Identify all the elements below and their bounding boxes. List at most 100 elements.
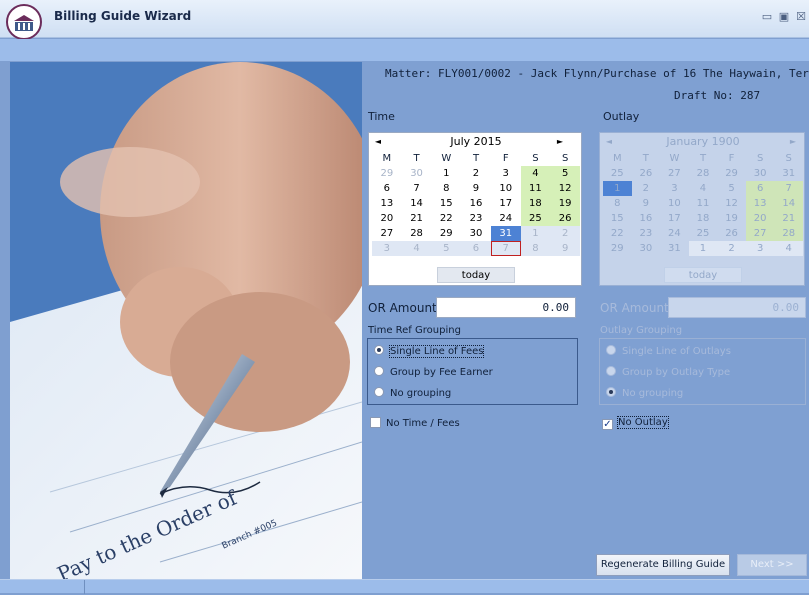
app-logo-icon [6,4,42,40]
calendar-day[interactable]: 30 [402,166,432,181]
calendar-day: 23 [639,228,653,239]
radio-single-line-of-fees[interactable]: Single Line of Fees [374,345,485,358]
calendar-day[interactable]: 13 [372,196,402,211]
calendar-day[interactable]: 27 [372,226,402,241]
calendar-day: 15 [610,213,624,224]
calendar-day[interactable]: 1 [431,166,461,181]
close-button[interactable]: ☒ [793,10,809,24]
calendar-day[interactable]: 2 [461,166,491,181]
calendar-day: 24 [668,228,681,239]
prev-month-icon[interactable]: ◄ [371,135,385,148]
radio-selected-icon [606,387,616,397]
calendar-day[interactable]: 14 [402,196,432,211]
calendar-day[interactable]: 26 [550,211,580,226]
calendar-month-label[interactable]: July 2015 [399,135,553,148]
calendar-day[interactable]: 6 [372,181,402,196]
calendar-day[interactable]: 1 [520,226,551,241]
calendar-day[interactable]: 3 [372,241,402,256]
calendar-day[interactable]: 9 [461,181,491,196]
calendar-day[interactable]: 30 [461,226,491,241]
time-section-label: Time [368,110,395,123]
calendar-day[interactable]: 3 [491,166,521,181]
calendar-day: 28 [696,168,710,179]
calendar-day[interactable]: 20 [372,211,402,226]
radio-no-grouping[interactable]: No grouping [374,387,451,399]
time-today-button[interactable]: today [437,267,515,283]
status-bar-divider [84,580,85,594]
title-bar: Billing Guide Wizard ▭ ▣ ☒ [0,0,809,40]
weekday-header: S [532,153,539,164]
header-band [0,39,809,61]
calendar-day[interactable]: 29 [372,166,402,181]
calendar-day: 25 [610,168,624,179]
calendar-day[interactable]: 29 [431,226,461,241]
calendar-day: 8 [614,198,621,209]
calendar-day[interactable]: 25 [520,211,551,226]
calendar-day[interactable]: 19 [550,196,580,211]
weekday-header: S [756,153,764,164]
regenerate-billing-guide-button[interactable]: Regenerate Billing Guide >> [596,554,730,590]
time-or-amount-label: OR Amount [368,301,437,315]
calendar-day[interactable]: 24 [491,211,521,226]
no-time-fees-checkbox[interactable]: No Time / Fees [370,417,460,429]
calendar-day[interactable]: 11 [520,181,551,196]
maximize-button[interactable]: ▣ [776,10,792,24]
calendar-day[interactable]: 15 [431,196,461,211]
calendar-day[interactable]: 18 [520,196,551,211]
calendar-day[interactable]: 4 [401,241,432,256]
calendar-day: 6 [745,181,775,196]
calendar-day[interactable]: 7 [402,181,432,196]
weekday-header: M [612,153,622,164]
time-calendar[interactable]: ◄ July 2015 ► M T W T F S S 29 30 1 2 3 4 5 6 7 8 9 10 11 12… [368,132,582,286]
calendar-day[interactable]: 4 [520,166,551,181]
next-month-icon[interactable]: ► [553,135,567,148]
weekday-header: S [785,153,792,164]
calendar-day: 1 [688,241,718,256]
calendar-day[interactable]: 31 [490,226,521,241]
weekday-header: M [382,153,392,164]
calendar-day[interactable]: 17 [491,196,521,211]
weekday-header: T [413,153,420,164]
radio-icon [374,387,384,397]
calendar-day[interactable]: 16 [461,196,491,211]
calendar-day[interactable]: 12 [550,181,580,196]
outlay-grouping-title: Outlay Grouping [600,325,683,336]
calendar-day[interactable]: 23 [461,211,491,226]
checkbox-icon [370,417,381,428]
prev-month-icon: ◄ [605,137,613,146]
minimize-button[interactable]: ▭ [759,10,775,24]
calendar-day[interactable]: 28 [402,226,432,241]
radio-group-by-outlay-type: Group by Outlay Type [606,366,730,378]
calendar-month-label: January 1900 [666,135,740,148]
time-grouping-box: Single Line of Fees Group by Fee Earner … [367,338,578,405]
calendar-day[interactable]: 7 [490,241,521,256]
next-month-icon: ► [789,137,797,146]
next-button[interactable]: Next >> [737,554,807,576]
checkmark-icon: ✓ [602,419,613,430]
calendar-day: 20 [745,211,775,226]
calendar-day[interactable]: 10 [491,181,521,196]
no-outlay-checkbox[interactable]: ✓ No Outlay [602,416,669,430]
calendar-day[interactable]: 2 [550,226,580,241]
calendar-day[interactable]: 8 [520,241,551,256]
radio-group-by-fee-earner[interactable]: Group by Fee Earner [374,366,493,378]
calendar-day: 30 [753,168,767,179]
calendar-day[interactable]: 5 [550,166,580,181]
weekday-header: F [502,153,509,164]
outlay-or-amount-input: 0.00 [668,297,806,318]
calendar-day: 4 [699,183,707,194]
calendar-day: 22 [610,228,624,239]
calendar-day: 27 [668,168,681,179]
calendar-day[interactable]: 21 [402,211,432,226]
calendar-day[interactable]: 22 [431,211,461,226]
signing-check-photo: Pay to the Order of Branch #005 [10,62,362,579]
calendar-day: 29 [610,243,624,254]
time-or-amount-input[interactable]: 0.00 [436,297,576,318]
weekday-header: T [472,153,480,164]
calendar-day[interactable]: 5 [431,241,462,256]
calendar-day[interactable]: 8 [431,181,461,196]
calendar-day: 19 [725,213,738,224]
calendar-day[interactable]: 9 [550,241,580,256]
radio-icon [606,366,616,376]
calendar-day[interactable]: 6 [461,241,491,256]
